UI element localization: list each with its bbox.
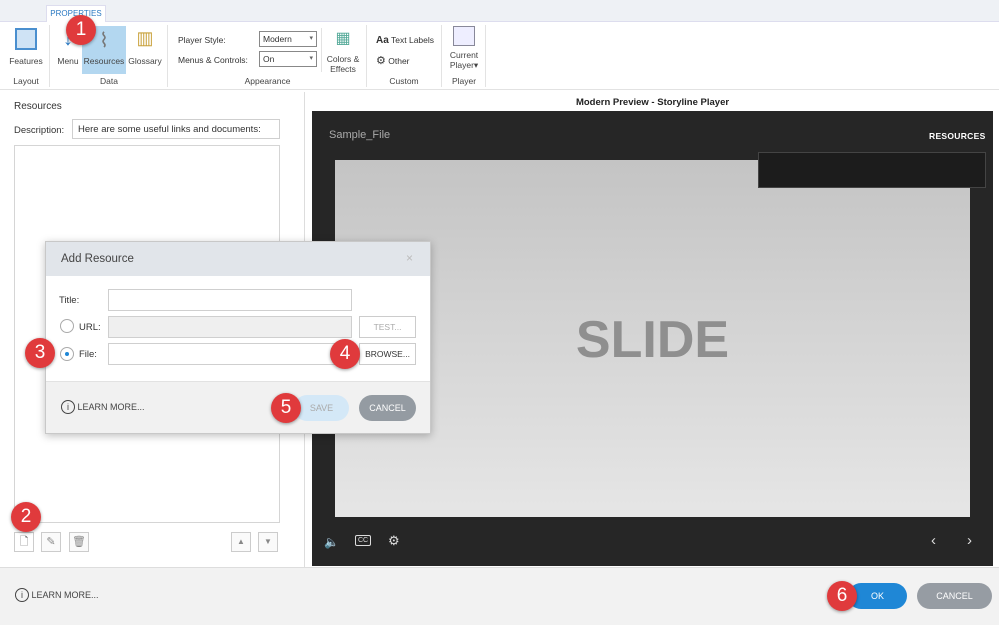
menus-controls-label: Menus & Controls: [178,55,248,65]
step-badge-1: 1 [66,15,96,45]
url-label: URL: [79,322,101,333]
file-input[interactable] [108,343,352,365]
file-label: File: [79,349,97,360]
info-icon: i [15,588,29,602]
other-button[interactable]: ⚙ Other [376,54,410,67]
colors-effects-button[interactable]: ▦ Colors & Effects [323,28,363,74]
divider [167,25,168,87]
resources-tab[interactable]: RESOURCES [929,131,986,141]
description-label: Description: [14,125,65,136]
url-input[interactable] [108,316,352,338]
url-radio[interactable] [60,319,74,333]
step-badge-4: 4 [330,339,360,369]
group-data-label: Data [100,76,118,86]
step-badge-6: 6 [827,581,857,611]
file-radio[interactable] [60,347,74,361]
resources-heading: Resources [14,101,62,112]
text-labels-icon: Aa [376,35,389,46]
edit-resource-button[interactable]: ✎ [41,532,61,552]
course-title: Sample_File [329,129,391,141]
text-labels-button[interactable]: Aa Text Labels [376,35,434,46]
edit-icon: ✎ [46,536,56,548]
test-button[interactable]: TEST... [359,316,416,338]
browse-button[interactable]: BROWSE... [359,343,416,365]
dialog-title: Add Resource [61,253,134,265]
volume-icon[interactable]: 🔈 [324,535,339,549]
resources-popup [758,152,986,188]
glossary-button[interactable]: ▥ Glossary [127,28,163,66]
close-icon[interactable]: × [406,251,413,265]
group-layout-label: Layout [13,76,39,86]
move-down-button[interactable]: ▼ [258,532,278,552]
title-label: Title: [59,295,80,306]
trash-icon: 🗑 [72,536,86,548]
settings-gear-icon[interactable]: ⚙ [388,533,400,549]
gear-icon: ⚙ [376,55,386,67]
player-icon [453,26,475,46]
footer-cancel-button[interactable]: CANCEL [917,583,992,609]
description-input[interactable]: Here are some useful links and documents… [72,119,280,139]
info-icon: i [61,400,75,414]
arrow-up-icon: ▲ [237,537,245,546]
divider [441,25,442,87]
move-up-button[interactable]: ▲ [231,532,251,552]
step-badge-5: 5 [271,393,301,423]
group-custom-label: Custom [389,76,419,86]
arrow-down-icon: ▼ [264,537,272,546]
player-style-select[interactable]: Modern [259,31,317,47]
dialog-learn-more-link[interactable]: i LEARN MORE... [61,400,145,414]
divider [49,25,50,87]
divider [321,28,322,72]
new-file-icon: 🗋 [19,536,29,548]
footer-learn-more-link[interactable]: i LEARN MORE... [15,588,99,602]
current-player-button[interactable]: Current Player▾ [446,26,482,71]
features-icon [15,28,37,50]
colors-icon: ▦ [335,30,351,47]
save-button[interactable]: SAVE [294,395,349,421]
next-arrow-icon[interactable]: › [967,532,972,549]
step-badge-2: 2 [11,502,41,532]
add-resource-button[interactable]: 🗋 [14,532,34,552]
previous-arrow-icon[interactable]: ‹ [931,532,936,549]
player-style-label: Player Style: [178,35,226,45]
menus-controls-select[interactable]: On [259,51,317,67]
captions-icon[interactable]: CC [355,535,372,546]
dialog-cancel-button[interactable]: CANCEL [359,395,416,421]
title-input[interactable] [108,289,352,311]
add-resource-dialog: Add Resource × Title: URL: TEST... File:… [45,241,431,434]
ribbon-tabstrip [0,0,999,22]
features-button[interactable]: Features [6,28,46,66]
delete-resource-button[interactable]: 🗑 [69,532,89,552]
preview-title: Modern Preview - Storyline Player [575,97,730,108]
glossary-icon: ▥ [136,28,154,48]
group-player-label: Player [451,76,477,86]
group-appearance-label: Appearance [244,76,291,86]
divider [485,25,486,87]
step-badge-3: 3 [25,338,55,368]
divider [366,25,367,87]
